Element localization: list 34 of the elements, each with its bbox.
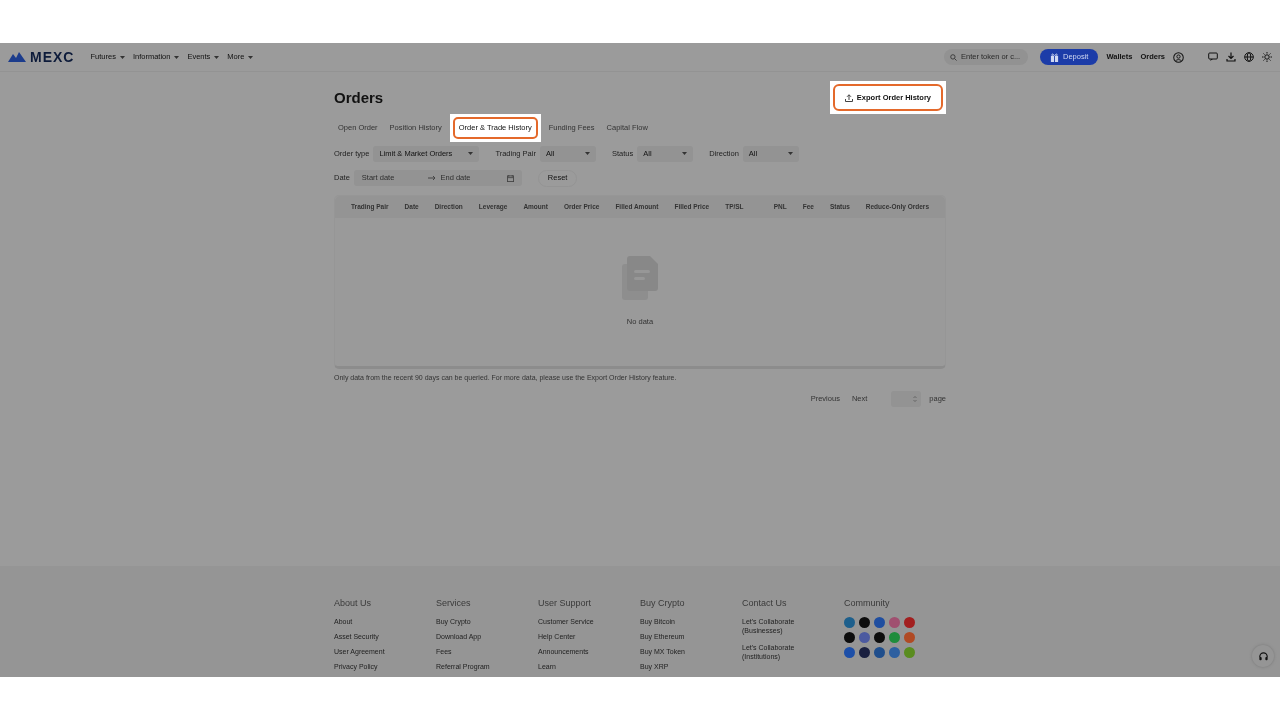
footer-heading: Community <box>844 598 891 609</box>
caret-icon <box>248 55 254 59</box>
social-media-icon[interactable] <box>874 631 885 643</box>
upload-icon <box>844 93 853 102</box>
gift-icon <box>1049 52 1059 62</box>
footer-heading: About Us <box>334 598 373 609</box>
headset-icon <box>1257 650 1269 662</box>
caret-icon <box>584 152 590 155</box>
caret-icon <box>787 152 793 155</box>
social-media-icon[interactable] <box>859 646 870 658</box>
footer-heading: Services <box>436 598 472 609</box>
page-title: Orders <box>334 88 384 107</box>
footer-heading: Buy Crypto <box>640 598 686 609</box>
search-icon <box>949 53 957 61</box>
mountain-logo-icon <box>8 52 26 62</box>
social-media-icon[interactable] <box>859 616 870 628</box>
arrow-right-icon <box>428 175 437 181</box>
globe-icon <box>1244 52 1254 62</box>
caret-icon <box>468 152 474 155</box>
logo-text[interactable]: MEXC <box>30 46 75 68</box>
caret-icon <box>174 55 180 59</box>
page-number-field[interactable] <box>891 391 922 407</box>
footer-heading: Contact Us <box>742 598 788 609</box>
social-media-icon[interactable] <box>874 646 885 658</box>
download-icon <box>1226 52 1236 62</box>
caret-icon <box>682 152 688 155</box>
caret-icon <box>119 55 125 59</box>
user-circle-icon <box>1173 51 1184 63</box>
caret-icon <box>214 55 220 59</box>
sun-icon <box>1262 52 1272 62</box>
chat-icon <box>1208 52 1218 62</box>
calendar-icon <box>506 174 514 182</box>
footer-heading: User Support <box>538 598 593 609</box>
social-media-icon[interactable] <box>844 631 855 643</box>
